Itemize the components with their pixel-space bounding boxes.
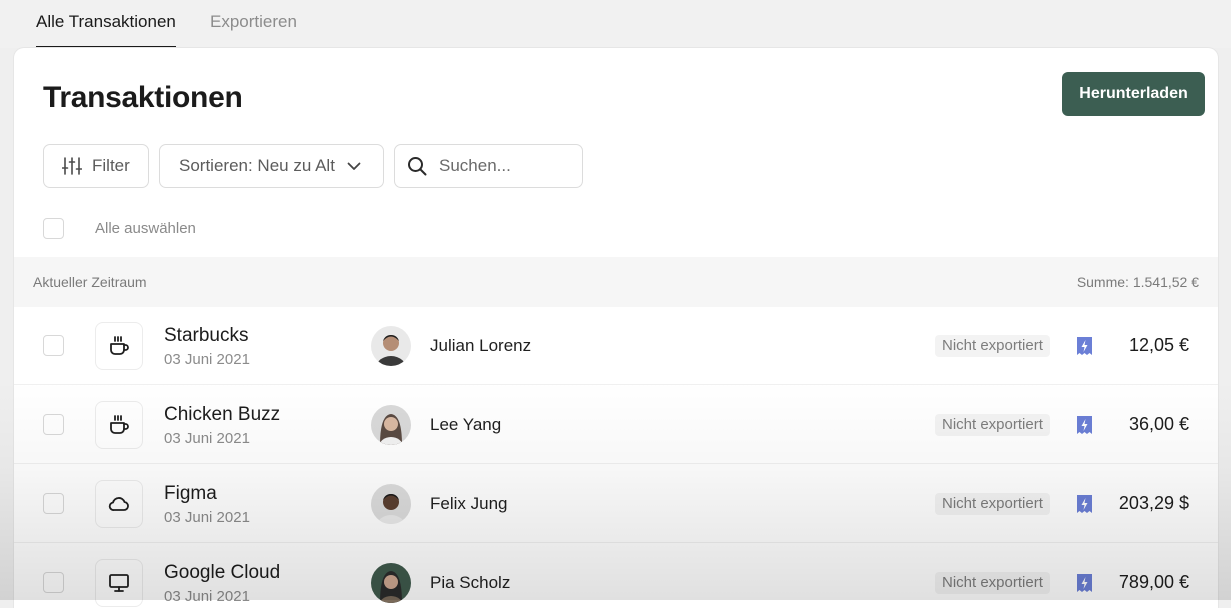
sort-label: Sortieren: Neu zu Alt [179,156,335,175]
page-title: Transaktionen [43,81,243,114]
person-name: Lee Yang [430,415,502,434]
row-checkbox[interactable] [43,493,64,514]
tab-bar: Alle Transaktionen Exportieren [0,0,1231,48]
transaction-row[interactable]: Chicken Buzz 03 Juni 2021 Lee Yang Nicht… [14,386,1218,464]
transaction-date: 03 Juni 2021 [164,588,250,605]
status-badge: Nicht exportiert [935,414,1050,436]
search-input[interactable] [439,156,559,176]
status-badge: Nicht exportiert [935,493,1050,515]
filter-button[interactable]: Filter [43,144,149,188]
status-badge: Nicht exportiert [935,335,1050,357]
person-name: Felix Jung [430,494,508,513]
avatar [371,326,411,366]
transaction-date: 03 Juni 2021 [164,430,250,447]
period-label: Aktueller Zeitraum [33,274,147,290]
avatar [371,563,411,603]
row-checkbox[interactable] [43,572,64,593]
search-field[interactable] [394,144,583,188]
person-name: Julian Lorenz [430,336,532,355]
search-icon [407,156,427,176]
transaction-date: 03 Juni 2021 [164,509,250,526]
avatar [371,484,411,524]
person-name: Pia Scholz [430,573,511,592]
receipt-bolt-icon[interactable] [1077,337,1092,355]
receipt-bolt-icon[interactable] [1077,495,1092,513]
select-all-label: Alle auswählen [95,220,196,237]
transaction-date: 03 Juni 2021 [164,351,250,368]
sliders-icon [62,157,82,175]
row-checkbox[interactable] [43,414,64,435]
coffee-cup-icon [95,322,143,370]
download-button[interactable]: Herunterladen [1062,72,1205,116]
row-checkbox[interactable] [43,335,64,356]
period-sum: Summe: 1.541,52 € [1076,274,1199,290]
status-badge: Nicht exportiert [935,572,1050,594]
avatar [371,405,411,445]
amount: 12,05 € [1128,335,1189,355]
merchant-name: Starbucks [164,325,249,346]
sort-dropdown[interactable]: Sortieren: Neu zu Alt [159,144,384,188]
tab-exportieren[interactable]: Exportieren [210,12,297,48]
merchant-name: Figma [164,483,217,504]
receipt-bolt-icon[interactable] [1077,416,1092,434]
tab-alle-transaktionen[interactable]: Alle Transaktionen [36,12,176,48]
select-all-checkbox[interactable] [43,218,64,239]
cloud-icon [95,480,143,528]
transaction-row[interactable]: Google Cloud 03 Juni 2021 Pia Scholz Nic… [14,544,1218,608]
transaction-row[interactable]: Figma 03 Juni 2021 Felix Jung Nicht expo… [14,465,1218,543]
coffee-cup-icon [95,401,143,449]
transactions-card: Transaktionen Herunterladen Filter Sorti… [14,48,1218,608]
amount: 36,00 € [1128,414,1189,434]
chevron-down-icon [347,162,361,171]
amount: 203,29 $ [1118,493,1189,513]
merchant-name: Chicken Buzz [164,404,281,425]
merchant-name: Google Cloud [164,562,281,583]
transaction-row[interactable]: Starbucks 03 Juni 2021 Julian Lorenz Nic… [14,307,1218,385]
amount: 789,00 € [1118,572,1189,592]
receipt-bolt-icon[interactable] [1077,574,1092,592]
period-header: Aktueller Zeitraum Summe: 1.541,52 € [14,257,1218,307]
filter-label: Filter [92,156,130,175]
